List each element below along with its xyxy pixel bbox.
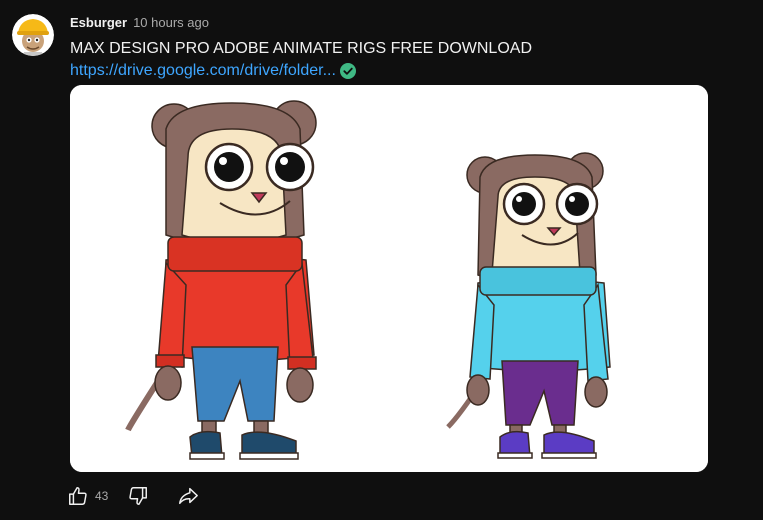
post-link[interactable]: https://drive.google.com/drive/folder... (70, 61, 336, 81)
community-post: Esburger 10 hours ago MAX DESIGN PRO ADOB… (0, 0, 763, 520)
thumbs-up-icon[interactable] (66, 484, 90, 508)
thumbs-down-icon[interactable] (126, 484, 150, 508)
author-name[interactable]: Esburger (70, 15, 127, 30)
post-time[interactable]: 10 hours ago (133, 15, 209, 30)
share-icon[interactable] (176, 484, 200, 508)
verified-check-icon (339, 63, 356, 79)
avatar-image (12, 14, 54, 56)
post-title: MAX DESIGN PRO ADOBE ANIMATE RIGS FREE D… (70, 40, 532, 57)
like-count: 43 (95, 489, 109, 503)
post-link-row: https://drive.google.com/drive/folder... (70, 61, 356, 81)
author-avatar[interactable] (12, 14, 54, 56)
post-actions: 43 (66, 484, 200, 508)
monkey-characters-illustration (70, 85, 708, 472)
post-image[interactable] (70, 85, 708, 472)
post-meta: Esburger 10 hours ago (70, 15, 209, 31)
